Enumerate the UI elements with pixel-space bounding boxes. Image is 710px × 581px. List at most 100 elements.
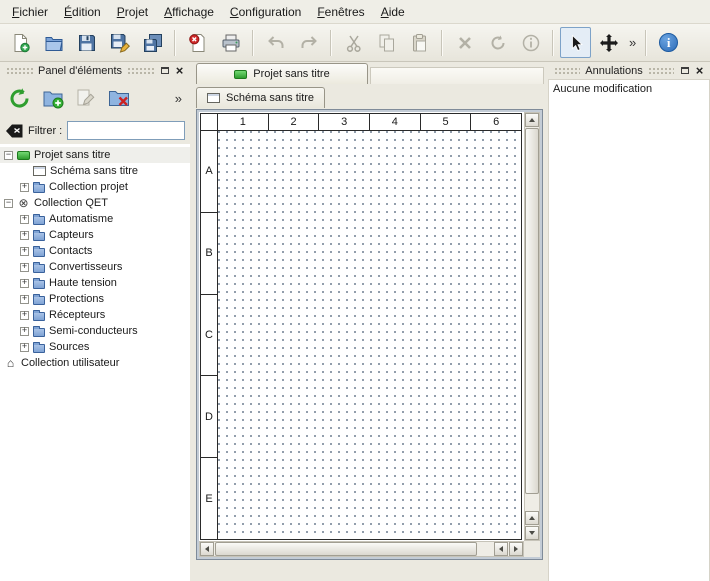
tree-item-haute-tension[interactable]: Haute tension [0, 275, 190, 291]
save-icon [77, 33, 97, 53]
tree-item-protections[interactable]: Protections [0, 291, 190, 307]
scroll-up-button[interactable] [525, 113, 539, 127]
redo-button[interactable] [293, 27, 324, 58]
arrow-down-icon [529, 531, 535, 535]
undo-panel-titlebar: Annulations [548, 62, 710, 79]
tree-item-collection-qet[interactable]: Collection QET [0, 195, 190, 211]
vertical-scrollbar[interactable] [524, 112, 540, 541]
menu-configuration[interactable]: Configuration [222, 1, 309, 23]
filter-label: Filtrer : [28, 125, 62, 137]
horizontal-scrollbar[interactable] [199, 541, 524, 557]
menu-edition[interactable]: Édition [56, 1, 109, 23]
expander-icon[interactable] [20, 263, 29, 272]
tree-item-capteurs[interactable]: Capteurs [0, 227, 190, 243]
print-button[interactable] [215, 27, 246, 58]
panel-toolbar-overflow-button[interactable]: » [172, 91, 185, 106]
tree-item-label: Contacts [49, 245, 92, 257]
filter-input[interactable] [67, 121, 185, 140]
expander-icon[interactable] [20, 295, 29, 304]
move-view-button[interactable] [593, 27, 624, 58]
tree-item-sources[interactable]: Sources [0, 339, 190, 355]
edit-element-button[interactable] [71, 84, 100, 113]
scroll-up-button[interactable] [525, 511, 539, 525]
scroll-right-button[interactable] [509, 542, 523, 556]
delete-element-button[interactable] [104, 84, 133, 113]
copy-button[interactable] [371, 27, 402, 58]
reload-collections-button[interactable] [5, 84, 34, 113]
expander-icon[interactable] [20, 231, 29, 240]
toolbar-overflow-button[interactable]: » [626, 35, 639, 50]
new-element-button[interactable] [38, 84, 67, 113]
tree-item-convertisseurs[interactable]: Convertisseurs [0, 259, 190, 275]
tree-item-label: Collection utilisateur [21, 357, 119, 369]
new-project-button[interactable] [5, 27, 36, 58]
save-as-button[interactable] [104, 27, 135, 58]
tab-schema-sans-titre[interactable]: Schéma sans titre [196, 87, 325, 108]
menu-fenetres[interactable]: Fenêtres [309, 1, 372, 23]
info-button[interactable] [515, 27, 546, 58]
save-all-button[interactable] [137, 27, 168, 58]
dock-grip-handle[interactable] [127, 67, 154, 75]
schema-subwindow: 1 2 3 4 5 6 A B C D E [196, 109, 543, 560]
tree-item-automatisme[interactable]: Automatisme [0, 211, 190, 227]
close-panel-button[interactable] [692, 64, 707, 78]
print-icon [221, 33, 241, 53]
scroll-left-button[interactable] [494, 542, 508, 556]
project-tab-bar: Projet sans titre [193, 62, 545, 84]
cut-icon [344, 33, 364, 53]
float-panel-button[interactable] [157, 64, 172, 78]
horizontal-scroll-thumb[interactable] [215, 542, 477, 556]
open-project-button[interactable] [38, 27, 69, 58]
expander-icon[interactable] [4, 151, 13, 160]
delete-button[interactable] [449, 27, 480, 58]
paste-button[interactable] [404, 27, 435, 58]
folder-icon [33, 184, 45, 193]
tree-item-collection-projet[interactable]: Collection projet [0, 179, 190, 195]
menu-aide[interactable]: Aide [373, 1, 413, 23]
menu-projet[interactable]: Projet [109, 1, 156, 23]
tree-item-semi-conducteurs[interactable]: Semi-conducteurs [0, 323, 190, 339]
dock-grip-handle[interactable] [648, 67, 674, 75]
elements-panel: Panel d'éléments » Filtrer : [0, 62, 190, 581]
close-panel-button[interactable] [172, 64, 187, 78]
schema-canvas[interactable] [218, 131, 521, 539]
cut-button[interactable] [338, 27, 369, 58]
column-header: 5 [420, 114, 471, 130]
close-project-button[interactable] [182, 27, 213, 58]
vertical-scroll-thumb[interactable] [525, 128, 539, 494]
tab-projet-sans-titre[interactable]: Projet sans titre [196, 63, 368, 84]
expander-icon[interactable] [20, 247, 29, 256]
undo-history-list[interactable]: Aucune modification [548, 79, 710, 581]
about-button[interactable]: i [653, 27, 684, 58]
menu-affichage[interactable]: Affichage [156, 1, 222, 23]
expander-icon[interactable] [20, 279, 29, 288]
clear-filter-button[interactable] [5, 124, 23, 138]
expander-icon[interactable] [20, 183, 29, 192]
undo-button[interactable] [260, 27, 291, 58]
select-pointer-button[interactable] [560, 27, 591, 58]
rotate-button[interactable] [482, 27, 513, 58]
dock-grip-handle[interactable] [6, 67, 33, 75]
delete-icon [455, 33, 475, 53]
qet-collection-icon [17, 197, 30, 210]
tree-item-label: Convertisseurs [49, 261, 122, 273]
scroll-down-button[interactable] [525, 526, 539, 540]
column-header: 2 [268, 114, 319, 130]
expander-icon[interactable] [20, 311, 29, 320]
save-button[interactable] [71, 27, 102, 58]
tree-item-recepteurs[interactable]: Récepteurs [0, 307, 190, 323]
tree-item-label: Protections [49, 293, 104, 305]
row-header: E [201, 457, 217, 539]
tree-item-collection-utilisateur[interactable]: Collection utilisateur [0, 355, 190, 371]
tree-item-contacts[interactable]: Contacts [0, 243, 190, 259]
scroll-left-button[interactable] [200, 542, 214, 556]
expander-icon[interactable] [20, 215, 29, 224]
float-panel-button[interactable] [677, 64, 692, 78]
tree-item-schema-sans-titre[interactable]: Schéma sans titre [0, 163, 190, 179]
expander-icon[interactable] [20, 327, 29, 336]
tree-item-projet-sans-titre[interactable]: Projet sans titre [0, 147, 190, 163]
expander-icon[interactable] [4, 199, 13, 208]
dock-grip-handle[interactable] [554, 67, 580, 75]
menu-fichier[interactable]: Fichier [4, 1, 56, 23]
expander-icon[interactable] [20, 343, 29, 352]
